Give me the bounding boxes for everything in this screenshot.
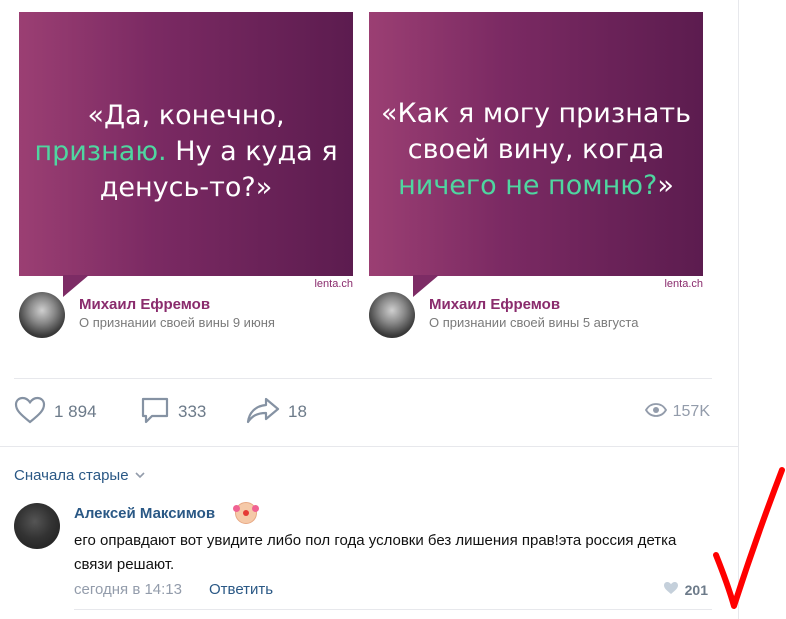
avatar — [19, 292, 65, 338]
quote-card-1[interactable]: «Да, конечно, признаю. Ну а куда я денус… — [19, 12, 353, 338]
share-button[interactable]: 18 — [246, 396, 307, 428]
quote-part: «Как я могу признать своей вину, когда — [380, 98, 692, 165]
speech-tail — [63, 275, 89, 297]
quote-text: «Как я могу признать своей вину, когда н… — [379, 96, 693, 204]
likes-count: 1 894 — [54, 402, 97, 421]
quote-text: «Да, конечно, признаю. Ну а куда я денус… — [29, 98, 343, 206]
quote-highlight: признаю. — [34, 136, 167, 167]
source-label: lenta.ch — [664, 278, 703, 290]
eye-icon — [644, 402, 673, 422]
person-name: Михаил Ефремов — [429, 296, 561, 313]
quote-subtitle: О признании своей вины 9 июня — [79, 315, 275, 330]
post-actions: 1 894 333 18 157K — [0, 396, 738, 428]
comments-sort-dropdown[interactable]: Сначала старые — [14, 467, 145, 484]
checkmark-annotation — [713, 467, 785, 609]
divider — [0, 446, 738, 447]
speech-tail — [413, 275, 439, 297]
divider — [74, 609, 712, 610]
comments-count: 333 — [178, 402, 207, 421]
avatar[interactable] — [14, 503, 60, 549]
like-button[interactable]: 1 894 — [14, 396, 97, 428]
comment-author[interactable]: Алексей Максимов — [74, 505, 215, 522]
views-count: 157K — [672, 403, 710, 420]
shares-count: 18 — [288, 402, 307, 421]
divider — [14, 378, 712, 379]
heart-icon — [14, 396, 54, 429]
quote-part: » — [657, 170, 674, 201]
person-name: Михаил Ефремов — [79, 296, 211, 313]
heart-icon — [663, 581, 685, 598]
sort-label: Сначала старые — [14, 467, 129, 484]
share-icon — [246, 396, 288, 429]
comment-icon — [140, 395, 178, 430]
comment-time[interactable]: сегодня в 14:13 — [74, 581, 182, 598]
quote-card-2[interactable]: «Как я могу признать своей вину, когда н… — [369, 12, 703, 338]
reply-link[interactable]: Ответить — [209, 581, 273, 598]
avatar — [369, 292, 415, 338]
clown-emoji-icon — [233, 502, 259, 524]
chevron-down-icon — [134, 470, 145, 482]
post: «Да, конечно, признаю. Ну а куда я денус… — [0, 0, 738, 619]
source-label: lenta.ch — [314, 278, 353, 290]
comment-button[interactable]: 333 — [140, 396, 206, 428]
comment-text: его оправдают вот увидите либо пол года … — [74, 532, 677, 573]
comment-like-button[interactable]: 201 — [663, 581, 708, 598]
quote-highlight: ничего не помню? — [398, 170, 658, 201]
quote-subtitle: О признании своей вины 5 августа — [429, 315, 639, 330]
views-counter: 157K — [644, 396, 710, 428]
quote-part: «Да, конечно, — [87, 100, 285, 131]
